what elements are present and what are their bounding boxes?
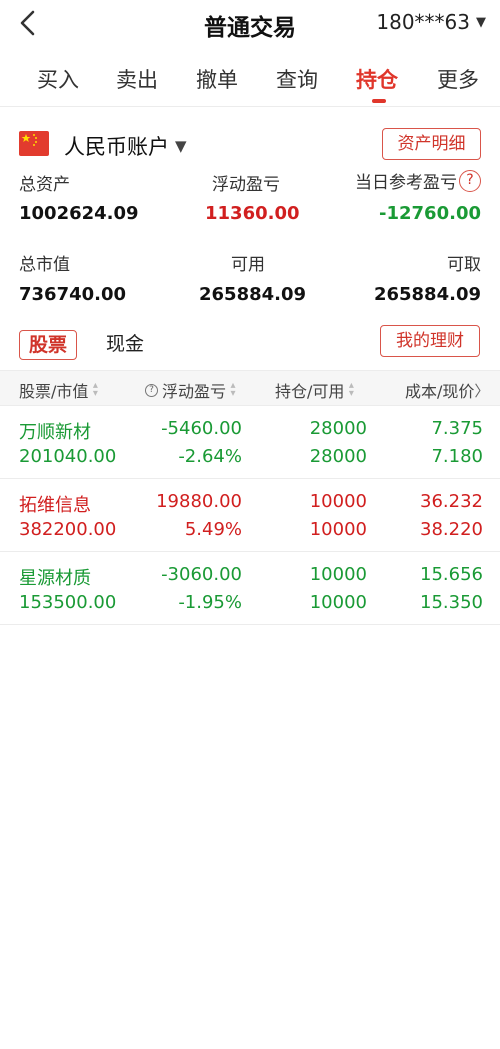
floating-pl: -5460.00	[161, 418, 242, 439]
available-label: 可用	[231, 255, 265, 275]
account-number: 180***63	[376, 10, 470, 34]
divider	[0, 106, 500, 107]
stock-name: 万顺新材	[19, 422, 91, 443]
chevron-right-icon[interactable]: 〉	[474, 380, 489, 401]
current-price: 15.350	[420, 592, 483, 613]
tab-query[interactable]: 查询	[276, 64, 318, 94]
table-row[interactable]: 星源材质 153500.00 -3060.00 -1.95% 10000 100…	[0, 552, 500, 625]
withdrawable-value: 265884.09	[373, 284, 481, 305]
sort-icon: ▴ ▾	[348, 380, 354, 399]
available-value: 265884.09	[199, 284, 307, 305]
my-wealth-button[interactable]: 我的理财	[380, 325, 480, 357]
market-value: 153500.00	[19, 592, 117, 613]
withdrawable-label: 可取	[447, 255, 481, 275]
cost-price: 7.375	[431, 418, 483, 439]
china-flag-icon	[19, 131, 49, 156]
chevron-down-icon: ▼	[476, 14, 486, 30]
available-qty: 10000	[309, 592, 367, 613]
position-qty: 10000	[309, 564, 367, 585]
daily-ref-pl-header: 当日参考盈亏 ?	[355, 168, 481, 193]
position-qty: 28000	[309, 418, 367, 439]
available-qty: 28000	[309, 446, 367, 467]
tab-more[interactable]: 更多	[437, 64, 479, 94]
asset-detail-button[interactable]: 资产明细	[382, 128, 481, 160]
currency-account-selector[interactable]: 人民币账户 ▼	[64, 131, 187, 161]
position-qty: 10000	[309, 491, 367, 512]
help-icon[interactable]: ?	[459, 169, 481, 192]
market-value: 201040.00	[19, 446, 117, 467]
floating-pl-label: 浮动盈亏	[212, 175, 280, 195]
stock-name: 拓维信息	[19, 495, 91, 516]
floating-pl-pct: -2.64%	[178, 446, 242, 467]
market-value-label: 总市值	[19, 255, 70, 275]
daily-ref-pl-value: -12760.00	[379, 203, 481, 224]
header-label: 持仓/可用	[275, 382, 345, 401]
total-assets-label: 总资产	[19, 175, 70, 195]
header-label: 浮动盈亏	[162, 382, 227, 401]
header-position-available[interactable]: 持仓/可用 ▴ ▾	[275, 378, 355, 402]
tab-cancel[interactable]: 撤单	[196, 64, 238, 94]
stock-name: 星源材质	[19, 568, 91, 589]
tab-sell[interactable]: 卖出	[116, 64, 158, 94]
segment-stocks[interactable]: 股票	[19, 330, 77, 360]
header-floating-pl[interactable]: ? 浮动盈亏 ▴ ▾	[145, 378, 237, 402]
total-assets-value: 1002624.09	[19, 203, 139, 224]
segment-cash[interactable]: 现金	[106, 330, 144, 360]
daily-ref-pl-label: 当日参考盈亏	[355, 173, 457, 193]
market-value-value: 736740.00	[19, 284, 127, 305]
header-cost-price[interactable]: 成本/现价 〉	[405, 378, 492, 402]
floating-pl-pct: 5.49%	[184, 519, 242, 540]
market-value: 382200.00	[19, 519, 117, 540]
positions-table-header: 股票/市值 ▴ ▾ ? 浮动盈亏 ▴ ▾ 持仓/可用 ▴ ▾ 成本/现价 〉	[0, 370, 500, 406]
cost-price: 15.656	[420, 564, 483, 585]
cost-price: 36.232	[420, 491, 483, 512]
tab-positions[interactable]: 持仓	[356, 64, 398, 94]
floating-pl: -3060.00	[161, 564, 242, 585]
tab-bar: 买入 卖出 撤单 查询 持仓 更多	[0, 56, 500, 104]
current-price: 7.180	[431, 446, 483, 467]
header-stock-market-value[interactable]: 股票/市值 ▴ ▾	[19, 378, 99, 402]
current-price: 38.220	[420, 519, 483, 540]
top-bar: 普通交易 180***63 ▼	[0, 0, 500, 46]
currency-account-label: 人民币账户	[64, 135, 169, 159]
caret-down-icon: ▼	[175, 137, 187, 155]
tab-buy[interactable]: 买入	[37, 64, 79, 94]
table-row[interactable]: 拓维信息 382200.00 19880.00 5.49% 10000 1000…	[0, 479, 500, 552]
table-row[interactable]: 万顺新材 201040.00 -5460.00 -2.64% 28000 280…	[0, 406, 500, 479]
help-icon: ?	[145, 383, 158, 397]
available-qty: 10000	[309, 519, 367, 540]
back-arrow-icon[interactable]	[14, 6, 44, 40]
header-label: 成本/现价	[405, 382, 475, 401]
sort-icon: ▴ ▾	[230, 380, 236, 399]
floating-pl: 19880.00	[156, 491, 242, 512]
active-tab-indicator	[372, 99, 386, 103]
floating-pl-value: 11360.00	[205, 203, 300, 224]
sort-icon: ▴ ▾	[92, 380, 98, 399]
header-label: 股票/市值	[19, 382, 89, 401]
floating-pl-pct: -1.95%	[178, 592, 242, 613]
account-switcher[interactable]: 180***63 ▼	[376, 10, 486, 34]
